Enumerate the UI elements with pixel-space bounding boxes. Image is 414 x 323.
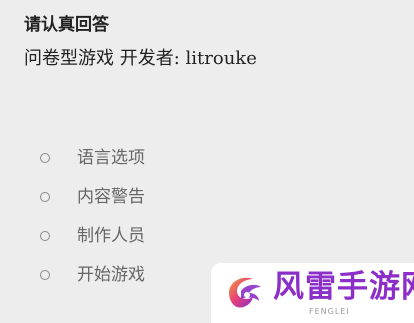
- option-credits[interactable]: 制作人员: [40, 224, 145, 248]
- option-label: 语言选项: [77, 148, 145, 168]
- radio-icon[interactable]: [40, 153, 50, 163]
- radio-icon[interactable]: [40, 192, 50, 202]
- radio-icon[interactable]: [40, 231, 50, 241]
- watermark-sub: FENGLEI: [309, 307, 350, 316]
- question-subtitle: 问卷型游戏 开发者: litrouke: [24, 48, 257, 69]
- option-start-game[interactable]: 开始游戏: [40, 263, 145, 287]
- option-label: 开始游戏: [77, 265, 145, 285]
- option-label: 内容警告: [77, 187, 145, 207]
- fenglei-logo-icon: [229, 277, 261, 308]
- watermark-brand: 风雷手游网: [273, 269, 414, 305]
- watermark: 风雷手游网 FENGLEI: [211, 263, 414, 323]
- question-title: 请认真回答: [24, 15, 109, 35]
- options-list: 语言选项 内容警告 制作人员 开始游戏: [40, 146, 145, 302]
- radio-icon[interactable]: [40, 270, 50, 280]
- option-language[interactable]: 语言选项: [40, 146, 145, 170]
- option-label: 制作人员: [77, 226, 145, 246]
- option-content-warning[interactable]: 内容警告: [40, 185, 145, 209]
